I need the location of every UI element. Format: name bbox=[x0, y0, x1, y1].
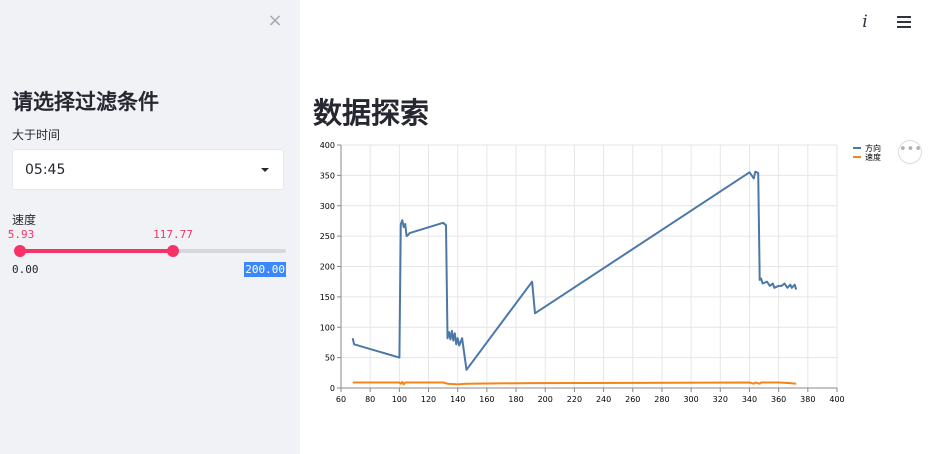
x-tick-label: 180 bbox=[508, 395, 523, 404]
slider-max-label: 200.00 bbox=[244, 262, 286, 277]
x-tick-label: 200 bbox=[538, 395, 553, 404]
sidebar: × 请选择过滤条件 大于时间 05:45 速度 5.93 117.77 0.00… bbox=[0, 0, 300, 454]
slider-thumb-high[interactable] bbox=[167, 245, 179, 257]
slider-min-label: 0.00 bbox=[12, 263, 39, 276]
chart-actions-button[interactable]: ••• bbox=[898, 140, 922, 164]
x-tick-label: 280 bbox=[654, 395, 669, 404]
x-tick-label: 140 bbox=[450, 395, 465, 404]
x-tick-label: 100 bbox=[392, 395, 407, 404]
x-tick-label: 320 bbox=[713, 395, 728, 404]
y-tick-label: 50 bbox=[325, 354, 335, 363]
x-tick-label: 80 bbox=[365, 395, 375, 404]
x-tick-label: 340 bbox=[742, 395, 757, 404]
slider-low-value: 5.93 bbox=[7, 228, 35, 241]
x-tick-label: 400 bbox=[829, 395, 844, 404]
x-tick-label: 60 bbox=[336, 395, 346, 404]
slider-thumb-low[interactable] bbox=[14, 245, 26, 257]
info-icon[interactable]: i bbox=[858, 12, 872, 32]
x-tick-label: 380 bbox=[800, 395, 815, 404]
chevron-down-icon bbox=[261, 168, 269, 172]
y-tick-label: 150 bbox=[320, 293, 335, 302]
speed-filter-label: 速度 bbox=[12, 213, 37, 227]
hamburger-menu-icon[interactable] bbox=[897, 16, 911, 28]
legend-label: 速度 bbox=[865, 152, 881, 162]
x-tick-label: 160 bbox=[479, 395, 494, 404]
x-tick-label: 260 bbox=[625, 395, 640, 404]
y-tick-label: 350 bbox=[320, 171, 335, 180]
time-select[interactable]: 05:45 bbox=[12, 149, 284, 190]
page-title: 数据探索 bbox=[313, 96, 430, 130]
close-sidebar-button[interactable]: × bbox=[266, 12, 284, 30]
x-tick-label: 240 bbox=[596, 395, 611, 404]
x-tick-label: 220 bbox=[567, 395, 582, 404]
time-filter-label: 大于时间 bbox=[12, 128, 61, 142]
x-tick-label: 360 bbox=[771, 395, 786, 404]
slider-range-fill bbox=[20, 249, 173, 253]
slider-high-value: 117.77 bbox=[153, 228, 193, 241]
line-chart: 60 80 100 120 140 160 180 200 220 240 260 280 300 320… bbox=[320, 141, 881, 404]
y-tick-label: 200 bbox=[320, 263, 335, 272]
y-tick-label: 250 bbox=[320, 232, 335, 241]
legend-label: 方向 bbox=[865, 143, 881, 153]
x-tick-label: 300 bbox=[683, 395, 698, 404]
time-select-value: 05:45 bbox=[25, 162, 66, 178]
app-window: × 请选择过滤条件 大于时间 05:45 速度 5.93 117.77 0.00… bbox=[0, 0, 929, 454]
y-tick-label: 0 bbox=[330, 384, 335, 393]
y-tick-label: 100 bbox=[320, 323, 335, 332]
y-tick-label: 400 bbox=[320, 141, 335, 150]
y-tick-label: 300 bbox=[320, 202, 335, 211]
x-tick-label: 120 bbox=[421, 395, 436, 404]
sidebar-title: 请选择过滤条件 bbox=[12, 90, 159, 114]
